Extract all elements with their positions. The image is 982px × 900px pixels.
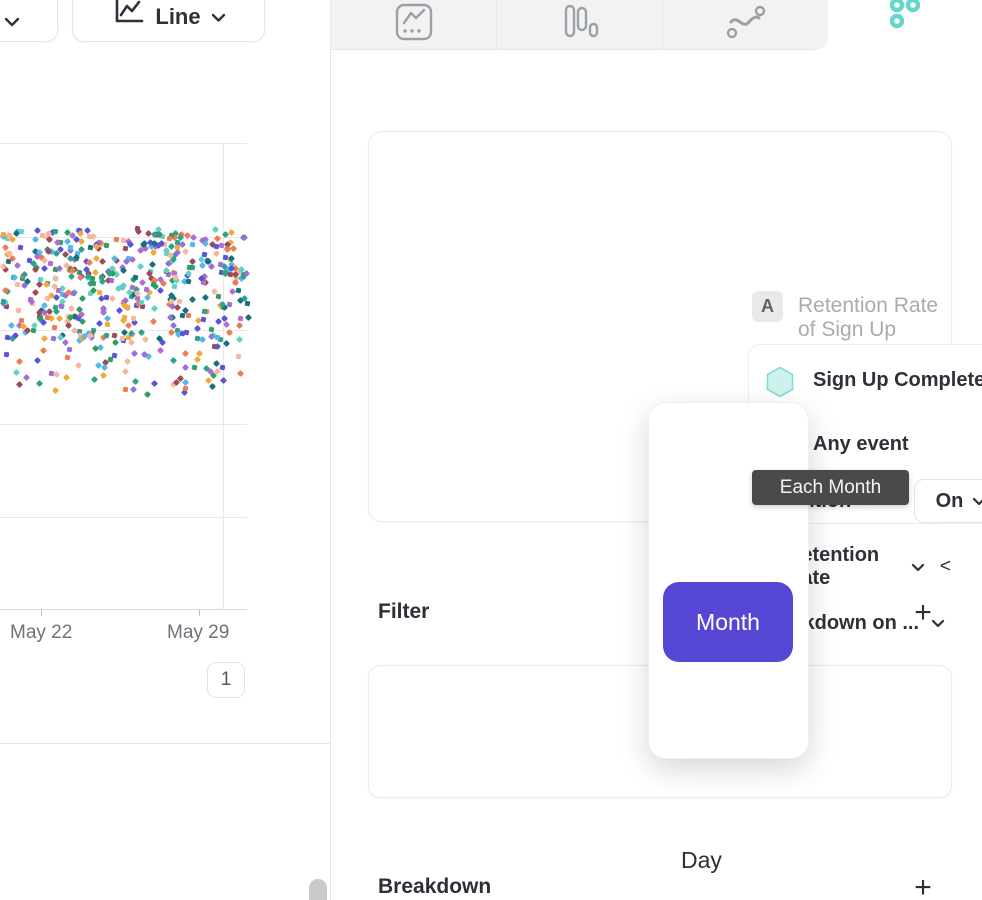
interval-tooltip: Each Month xyxy=(752,470,909,505)
x-tick-label: May 22 xyxy=(10,622,72,644)
chevron-down-icon xyxy=(211,13,226,33)
collapsed-dropdown-button[interactable] xyxy=(0,0,58,42)
filter-section-title: Filter xyxy=(378,600,429,624)
chart-panel: Line May 22 May 29 1 xyxy=(0,0,330,900)
app-window: Line May 22 May 29 1 xyxy=(0,0,982,900)
flows-icon xyxy=(725,2,767,47)
tab-insights[interactable] xyxy=(331,0,496,50)
on-label: On xyxy=(936,490,964,513)
event-row-first[interactable]: Sign Up Completed then xyxy=(813,369,982,392)
line-chart-icon xyxy=(111,0,145,33)
event-name: Sign Up Completed xyxy=(813,369,982,391)
insights-icon xyxy=(394,2,434,47)
breakdown-section-title: Breakdown xyxy=(378,875,491,899)
x-tick-label: May 29 xyxy=(167,622,229,644)
horizontal-divider xyxy=(0,743,330,744)
chart-type-tabbar xyxy=(331,0,982,50)
tab-funnels[interactable] xyxy=(497,0,662,50)
event-row-second[interactable]: Any event xyxy=(813,433,909,456)
chevron-down-icon xyxy=(4,17,20,27)
menu-item-day[interactable]: Day xyxy=(681,847,722,874)
add-filter-button[interactable]: + xyxy=(908,598,938,628)
chart-type-dropdown[interactable]: Line xyxy=(72,0,265,42)
x-axis-line xyxy=(0,609,247,610)
menu-item-month-selected[interactable]: Month xyxy=(663,582,793,662)
event-name: Any event xyxy=(813,433,909,455)
menu-item-label: Month xyxy=(696,609,760,636)
on-dropdown-button[interactable]: On xyxy=(914,479,982,523)
scrollbar-thumb[interactable] xyxy=(309,879,327,900)
chart-type-label: Line xyxy=(155,4,200,33)
tab-retention[interactable] xyxy=(828,0,982,50)
series-badge: A xyxy=(752,291,783,322)
tab-flows[interactable] xyxy=(663,0,828,50)
funnels-icon xyxy=(560,2,600,47)
chevron-down-icon xyxy=(972,497,982,506)
retention-icon xyxy=(888,0,922,37)
interval-menu: Day Week Custom xyxy=(648,402,809,759)
pagination-badge[interactable]: 1 xyxy=(207,662,245,698)
panel-divider xyxy=(330,0,331,900)
less-than-text: < xyxy=(940,556,951,578)
scatter-plot[interactable] xyxy=(0,140,247,610)
chevron-down-icon xyxy=(911,563,925,572)
add-breakdown-button[interactable]: + xyxy=(908,873,938,900)
event-hexagon-icon xyxy=(765,366,795,403)
